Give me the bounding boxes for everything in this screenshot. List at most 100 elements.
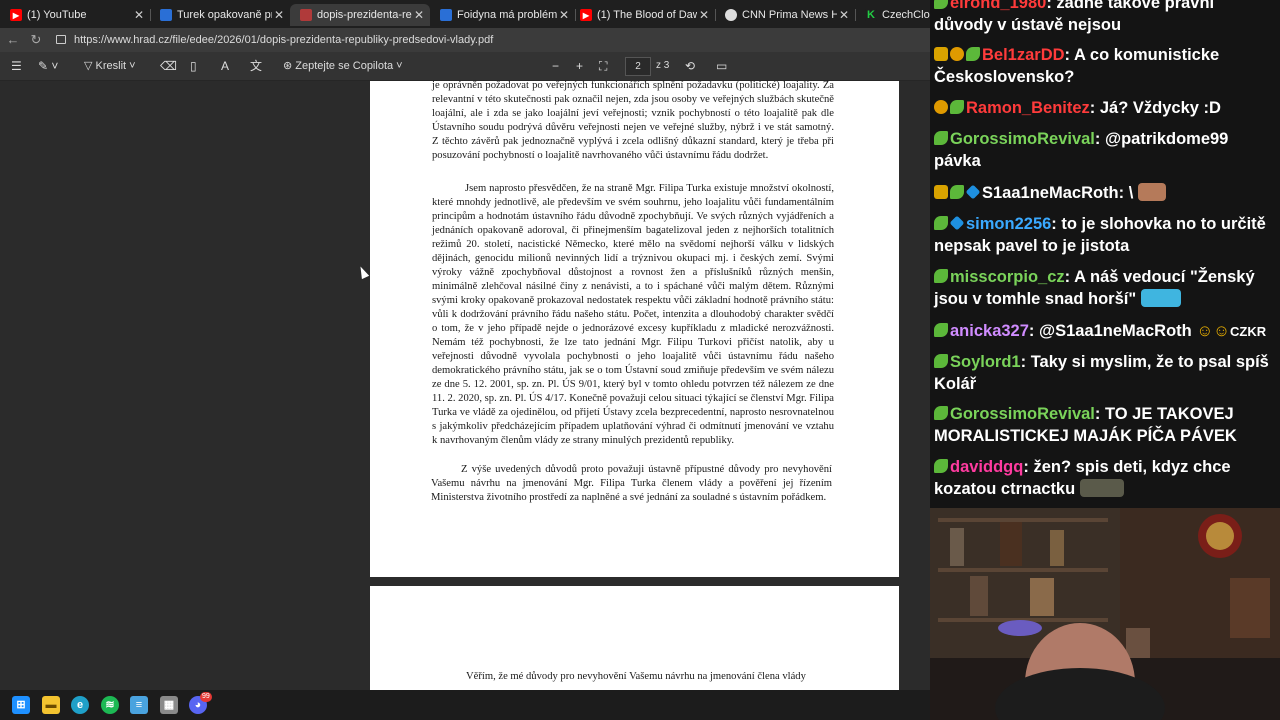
chat-message: S1aa1neMacRoth: \ xyxy=(934,182,1274,204)
tab-title: Turek opakovaně prokazoval xyxy=(177,9,272,21)
leaf-badge-icon xyxy=(966,47,980,61)
leaf-badge-icon xyxy=(950,185,964,199)
read-aloud-icon[interactable]: A xyxy=(221,58,229,74)
tab-cnn-prima[interactable]: CNN Prima News HD Sledujt ✕ xyxy=(715,4,855,26)
contents-list-icon[interactable]: ☰ xyxy=(11,58,22,74)
zoom-out-icon[interactable]: − xyxy=(552,58,559,74)
windows-taskbar: ⊞ ▬ e ≋ ≡ ▦ ◕ 99 xyxy=(0,690,930,720)
close-icon[interactable]: ✕ xyxy=(557,8,571,22)
youtube-icon: ▶ xyxy=(10,9,22,21)
back-arrow-icon[interactable]: ← xyxy=(4,31,22,49)
leaf-badge-icon xyxy=(934,0,948,9)
highlight-icon[interactable]: ✎ ˅ xyxy=(38,58,58,74)
tab-title: (1) The Blood of Dawnwalker xyxy=(597,9,697,21)
crown-badge-icon xyxy=(934,185,948,199)
stream-chat: elrond_1980: žádné takové právní důvody … xyxy=(930,0,1280,508)
two-page-view-icon[interactable]: ▭ xyxy=(716,58,727,74)
notepad-icon[interactable]: ≡ xyxy=(130,696,148,714)
tab-title: Foidyna má problém s vyslov xyxy=(457,9,557,21)
tab-title: dopis-prezidenta-republiky-p xyxy=(317,9,412,21)
tab-youtube[interactable]: ▶ (1) YouTube ✕ xyxy=(0,4,150,26)
edge-browser-icon[interactable]: e xyxy=(71,696,89,714)
url-field[interactable]: https://www.hrad.cz/file/edee/2026/01/do… xyxy=(50,30,930,50)
tab-bar: ▶ (1) YouTube ✕ Turek opakovaně prokazov… xyxy=(0,0,930,28)
czechcloud-icon: K xyxy=(865,9,877,21)
cnn-icon xyxy=(725,9,737,21)
calculator-icon[interactable]: ▦ xyxy=(160,696,178,714)
diamond-badge-icon xyxy=(965,184,981,200)
file-explorer-icon[interactable]: ▬ xyxy=(42,696,60,714)
chat-message: GorossimoRevival: @patrikdome99 pávka xyxy=(934,130,1229,170)
webcam-feed xyxy=(930,508,1280,720)
chat-message: simon2256: to je slohovka no to určitě n… xyxy=(934,215,1266,255)
pdf-page: Věřím, že mé důvody pro nevyhovění Vašem… xyxy=(370,586,899,690)
chat-message: misscorpio_cz: A náš vedoucí "Ženský jso… xyxy=(934,268,1255,308)
browser-window: ▶ (1) YouTube ✕ Turek opakovaně prokazov… xyxy=(0,0,930,690)
webcam-image xyxy=(930,508,1280,720)
zoom-in-icon[interactable]: + xyxy=(576,58,583,74)
tab-foidyna-article[interactable]: Foidyna má problém s vyslov ✕ xyxy=(430,4,575,26)
leaf-badge-icon xyxy=(934,131,948,145)
address-bar: ← ↻ https://www.hrad.cz/file/edee/2026/0… xyxy=(0,28,930,52)
chat-message: Soylord1: Taky si myslim, že to psal spí… xyxy=(934,353,1269,393)
chat-message: daviddgq: žen? spis deti, kdyz chce koza… xyxy=(934,458,1231,498)
pdf-toolbar: ☰ ✎ ˅ ▽ Kreslit ˅ ⌫ ▯ A 文 ⊛ Zeptejte se … xyxy=(0,52,930,81)
leaf-badge-icon xyxy=(950,100,964,114)
lock-icon xyxy=(56,35,66,44)
leaf-badge-icon xyxy=(934,323,948,337)
tab-dawnwalker[interactable]: ▶ (1) The Blood of Dawnwalker ✕ xyxy=(570,4,715,26)
fit-page-icon[interactable]: ⛶ xyxy=(599,58,607,74)
leaf-badge-icon xyxy=(934,216,948,230)
draw-button[interactable]: ▽ Kreslit ˅ xyxy=(84,58,136,74)
paragraph-reasons: Jsem naprosto přesvědčen, že na straně M… xyxy=(432,183,834,446)
chat-message: Bel1zarDD: A co komunisticke Českosloven… xyxy=(934,46,1220,86)
pdf-page: je oprávněn požadovat po veřejných funkc… xyxy=(370,81,899,577)
sunglasses-emote-icon xyxy=(1137,183,1166,201)
close-icon[interactable]: ✕ xyxy=(132,8,146,22)
page-total: z 3 xyxy=(656,60,670,71)
spotify-icon[interactable]: ≋ xyxy=(101,696,119,714)
url-text: https://www.hrad.cz/file/edee/2026/01/do… xyxy=(74,34,494,46)
close-icon[interactable]: ✕ xyxy=(412,8,426,22)
page-number-input[interactable]: 2 xyxy=(625,57,651,76)
leaf-badge-icon xyxy=(934,406,948,420)
translate-icon[interactable]: 文 xyxy=(250,58,262,74)
chat-message: elrond_1980: žádné takové právní důvody … xyxy=(934,0,1274,36)
number-badge-icon xyxy=(934,100,948,114)
tab-title: (1) YouTube xyxy=(27,9,87,21)
chat-message: GorossimoRevival: TO JE TAKOVEJ MORALIST… xyxy=(934,405,1237,445)
rotate-icon[interactable]: ⟲ xyxy=(685,58,695,74)
leaf-badge-icon xyxy=(934,269,948,283)
tab-title: CNN Prima News HD Sledujt xyxy=(742,9,837,21)
youtube-icon: ▶ xyxy=(580,9,592,21)
tab-title: CzechCloud Str xyxy=(882,9,930,21)
pdf-icon xyxy=(300,9,312,21)
news-icon xyxy=(160,9,172,21)
refresh-icon[interactable]: ↻ xyxy=(27,31,45,49)
number-badge-icon xyxy=(950,47,964,61)
tab-czechcloud[interactable]: K CzechCloud Str xyxy=(855,4,930,26)
chat-message: anicka327: @S1aa1neMacRoth ☺☺CZKR xyxy=(934,320,1274,343)
page-view-icon[interactable]: ▯ xyxy=(190,58,197,74)
copilot-button[interactable]: ⊛ Zeptejte se Copilota ˅ xyxy=(283,58,403,74)
pdf-viewer[interactable]: je oprávněn požadovat po veřejných funkc… xyxy=(0,81,930,690)
copilot-icon: ⊛ xyxy=(283,60,296,72)
emote-icon xyxy=(1079,479,1124,497)
pen-icon: ▽ xyxy=(84,60,96,72)
eraser-icon[interactable]: ⌫ xyxy=(160,58,177,74)
close-icon[interactable]: ✕ xyxy=(697,8,711,22)
tab-turek-article[interactable]: Turek opakovaně prokazoval ✕ xyxy=(150,4,290,26)
leaf-badge-icon xyxy=(934,354,948,368)
windows-start-icon[interactable]: ⊞ xyxy=(12,696,30,714)
paragraph-conclusion: Z výše uvedených důvodů proto považuji ú… xyxy=(431,464,832,503)
emoji-icon: ☺☺ xyxy=(1196,322,1231,340)
close-icon[interactable]: ✕ xyxy=(837,8,851,22)
notification-badge: 99 xyxy=(200,692,212,702)
tab-pdf-letter[interactable]: dopis-prezidenta-republiky-p ✕ xyxy=(290,4,430,26)
paragraph-loyalty: je oprávněn požadovat po veřejných funkc… xyxy=(432,81,834,161)
paragraph-page2: Věřím, že mé důvody pro nevyhovění Vašem… xyxy=(466,671,806,682)
close-icon[interactable]: ✕ xyxy=(272,8,286,22)
crown-badge-icon xyxy=(934,47,948,61)
chat-message: Ramon_Benitez: Já? Vždycky :D xyxy=(934,97,1274,119)
leaf-badge-icon xyxy=(934,459,948,473)
